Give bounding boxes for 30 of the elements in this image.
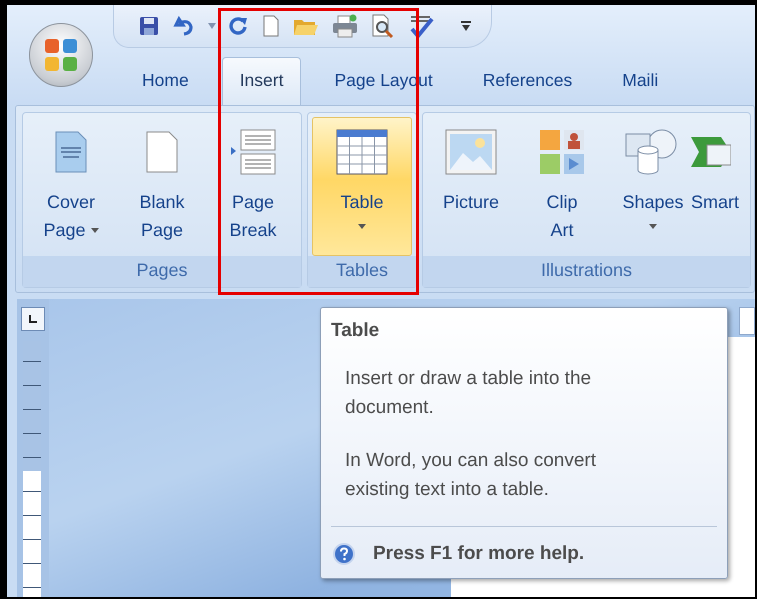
undo-icon[interactable] [173,14,195,37]
ribbon-tab[interactable]: Insert [222,57,302,105]
caret-icon[interactable] [208,22,216,29]
ribbon-tab[interactable]: References [466,58,590,105]
help-icon [333,543,355,565]
tooltip-title: Table [331,320,380,342]
help-hint: Press F1 for more help. [373,543,584,565]
save-icon[interactable] [138,14,160,37]
ribbon-button[interactable]: Table [312,117,412,256]
ribbon-tab[interactable]: Maili [605,58,676,105]
ribbon-button[interactable]: Smart [690,117,746,256]
customize-toolbar-icon[interactable] [461,20,471,32]
group-label: Pages [23,256,301,287]
tooltip-text: In Word, you can also convert existing text into a table. [345,449,597,502]
group-label: Tables [308,256,416,287]
tab-stop-icon [28,314,38,324]
printer-icon[interactable] [332,14,358,38]
ribbon-button[interactable]: Cover Page [27,117,115,256]
group-label: Illustrations [423,256,750,287]
print-preview-icon[interactable] [371,14,395,38]
tooltip-text: Insert or draw a table into the document. [345,367,592,420]
ribbon-tab[interactable]: Home [125,58,206,105]
tab-selector-button[interactable] [21,307,45,331]
ribbon-button[interactable]: Blank Page [118,117,206,256]
redo-icon[interactable] [229,14,249,37]
ribbon-button[interactable]: Page Break [209,117,297,256]
ribbon-button[interactable]: Picture [427,117,515,256]
horizontal-ruler [739,307,755,335]
new-document-icon[interactable] [262,14,280,37]
ribbon-button[interactable]: Clip Art [518,117,606,256]
